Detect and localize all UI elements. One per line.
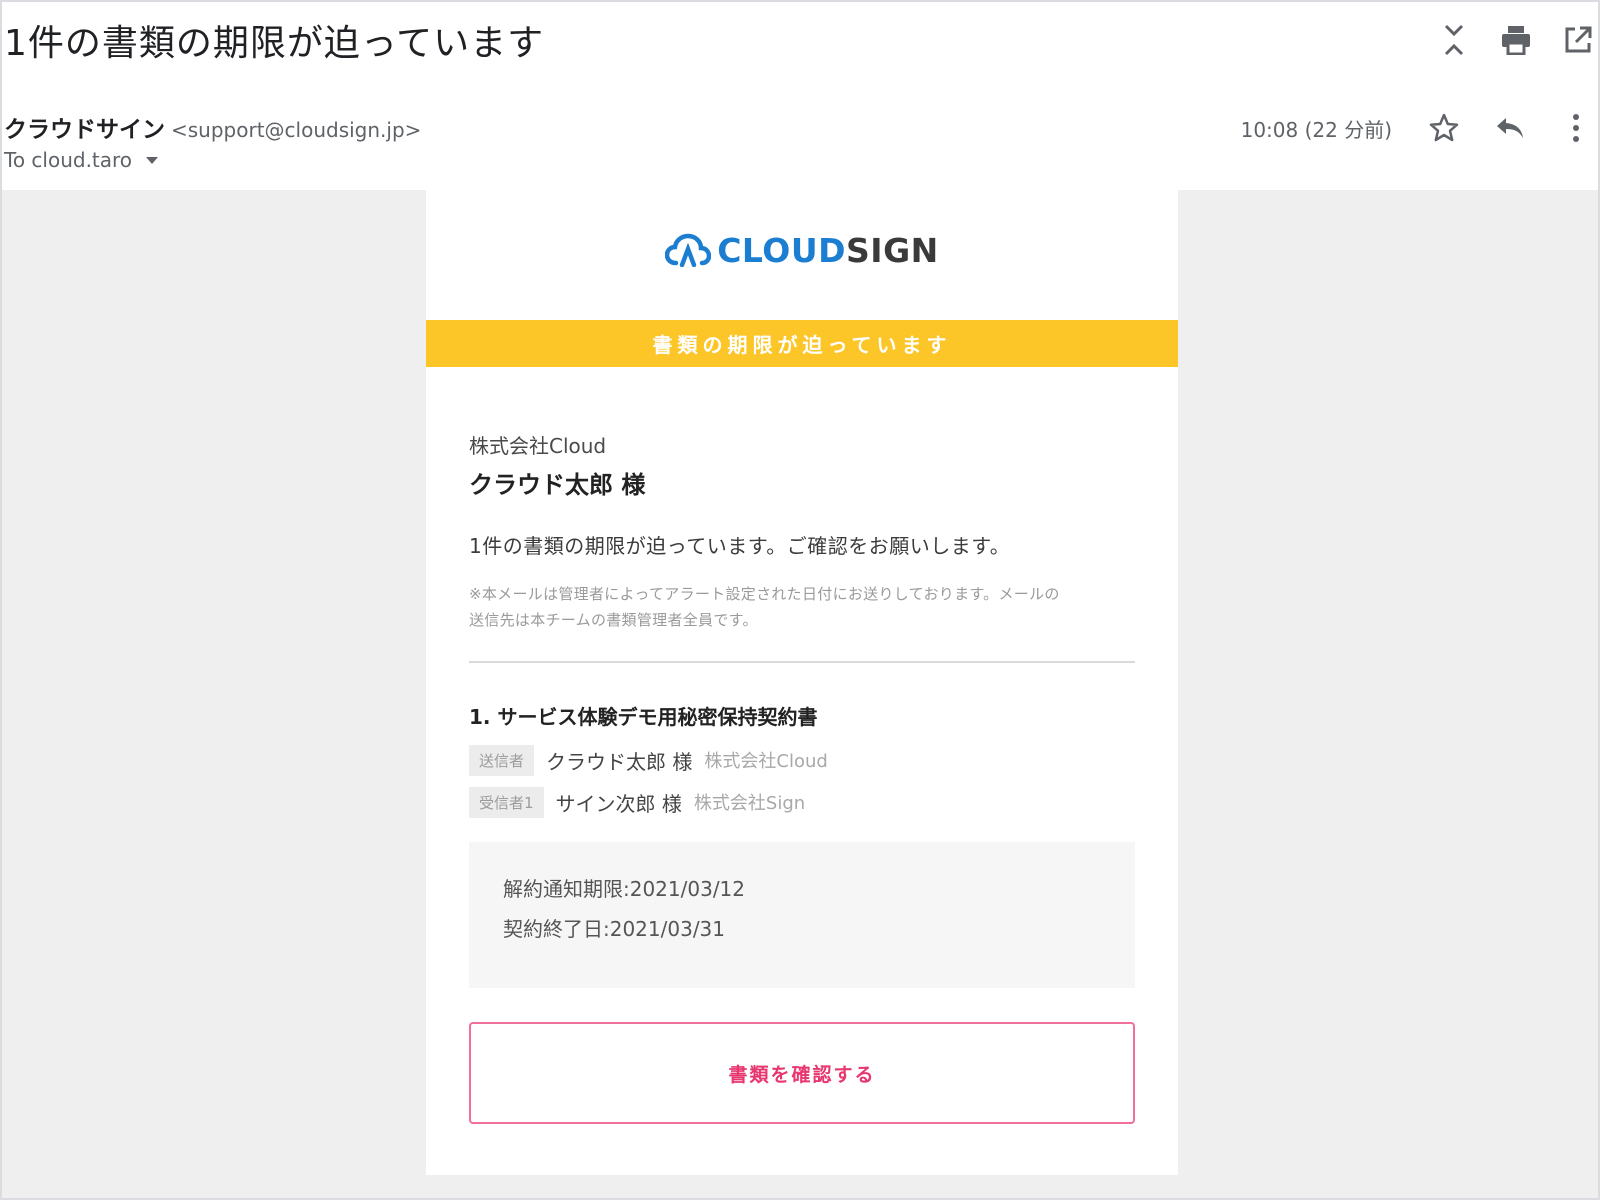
email-window: 1件の書類の期限が迫っています クラウドサイン <support@cloudsi… xyxy=(0,0,1600,1200)
recipient-dropdown[interactable]: To cloud.taro xyxy=(4,148,159,172)
star-icon[interactable] xyxy=(1424,108,1464,148)
contract-end-date: 契約終了日:2021/03/31 xyxy=(503,917,726,941)
email-card: CLOUDSIGN 書類の期限が迫っています 株式会社Cloud クラウド太郎 … xyxy=(426,190,1178,1175)
party-company: 株式会社Cloud xyxy=(704,751,828,772)
party-company: 株式会社Sign xyxy=(693,793,806,814)
email-subject: 1件の書類の期限が迫っています xyxy=(4,23,545,64)
sender-line: クラウドサイン <support@cloudsign.jp> xyxy=(4,110,421,144)
deadline-banner: 書類の期限が迫っています xyxy=(426,320,1178,367)
message-actions: 10:08 (22 分前) xyxy=(1240,106,1598,150)
email-content: 株式会社Cloud クラウド太郎 様 1件の書類の期限が迫っています。ご確認をお… xyxy=(469,430,1135,1124)
sender-row: クラウドサイン <support@cloudsign.jp> To cloud.t… xyxy=(2,104,1598,184)
divider xyxy=(469,661,1135,663)
subject-row: 1件の書類の期限が迫っています xyxy=(2,10,1598,70)
cloudsign-logo: CLOUDSIGN xyxy=(426,226,1178,274)
open-in-new-window-icon[interactable] xyxy=(1558,20,1598,60)
document-title: 1. サービス体験デモ用秘密保持契約書 xyxy=(469,705,818,729)
party-row-sender: 送信者 クラウド太郎 様 株式会社Cloud xyxy=(469,744,1135,776)
sender-name[interactable]: クラウドサイン xyxy=(4,117,165,143)
recipient-company: 株式会社Cloud xyxy=(469,434,607,458)
note-text: ※本メールは管理者によってアラート設定された日付にお送りしております。メールの … xyxy=(469,581,1135,633)
expand-collapse-icon[interactable] xyxy=(1434,20,1474,60)
sender-email: <support@cloudsign.jp> xyxy=(171,118,422,142)
logo-wordmark: CLOUDSIGN xyxy=(717,231,939,270)
role-tag: 送信者 xyxy=(469,744,535,776)
banner-text: 書類の期限が迫っています xyxy=(652,333,952,357)
recipient-name: クラウド太郎 様 xyxy=(469,471,646,499)
party-name: クラウド太郎 様 xyxy=(546,749,693,774)
main-message: 1件の書類の期限が迫っています。ご確認をお願いします。 xyxy=(469,534,1011,558)
top-actions xyxy=(1434,18,1598,62)
email-body: CLOUDSIGN 書類の期限が迫っています 株式会社Cloud クラウド太郎 … xyxy=(2,190,1598,1198)
view-document-label: 書類を確認する xyxy=(728,1063,876,1086)
logo-sign-text: SIGN xyxy=(846,230,939,270)
cloud-logo-icon xyxy=(665,233,712,267)
note-line: 送信先は本チームの書類管理者全員です。 xyxy=(469,611,758,629)
notice-deadline: 解約通知期限:2021/03/12 xyxy=(503,877,746,901)
to-recipient: To cloud.taro xyxy=(4,148,133,172)
more-vertical-icon[interactable] xyxy=(1556,108,1596,148)
note-line: ※本メールは管理者によってアラート設定された日付にお送りしております。メールの xyxy=(469,585,1060,603)
party-row-recipient: 受信者1 サイン次郎 様 株式会社Sign xyxy=(469,786,1135,818)
timestamp: 10:08 (22 分前) xyxy=(1240,117,1392,142)
logo-cloud-text: CLOUD xyxy=(717,230,847,270)
view-document-button[interactable]: 書類を確認する xyxy=(469,1022,1135,1124)
dates-box: 解約通知期限:2021/03/12 契約終了日:2021/03/31 xyxy=(469,842,1135,988)
print-icon[interactable] xyxy=(1496,20,1536,60)
role-tag: 受信者1 xyxy=(469,786,544,818)
chevron-down-icon xyxy=(146,156,159,164)
reply-icon[interactable] xyxy=(1490,108,1530,148)
party-name: サイン次郎 様 xyxy=(555,791,682,816)
